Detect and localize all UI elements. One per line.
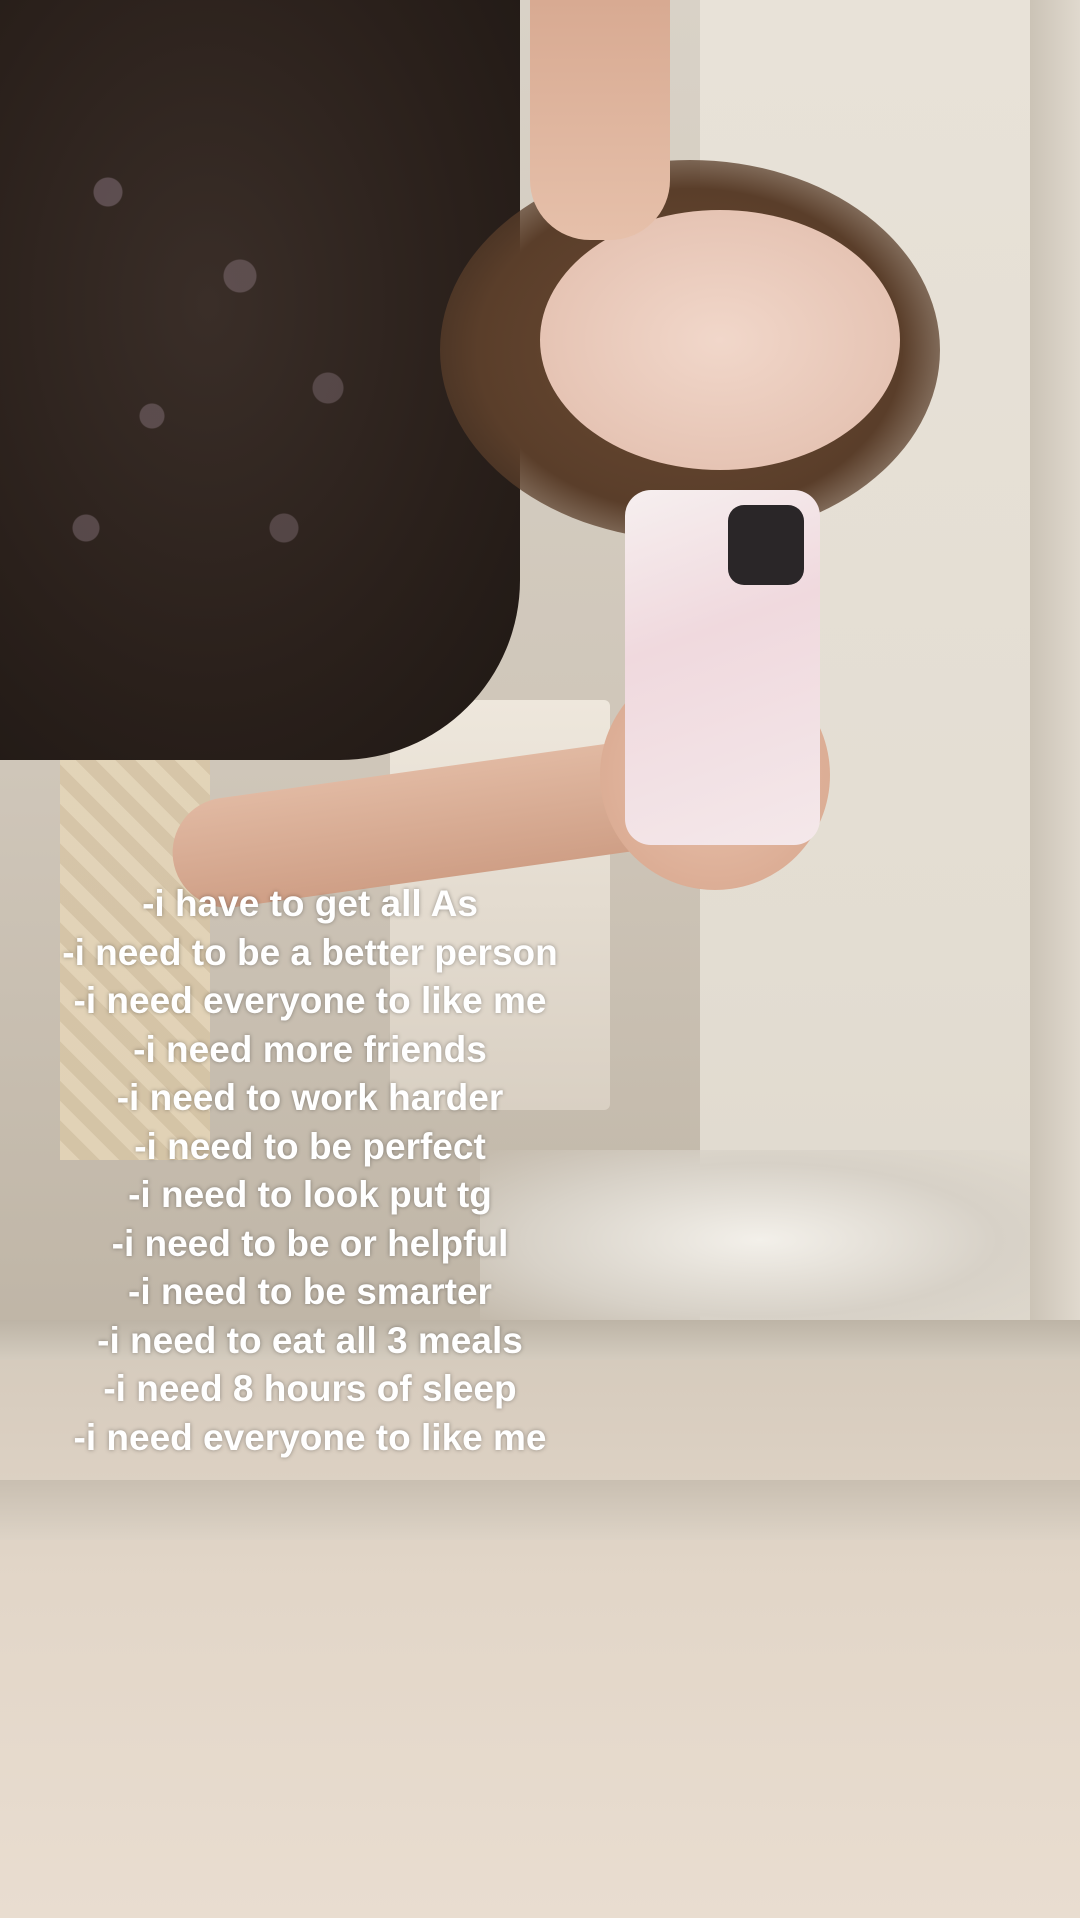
mirror-frame-side bbox=[1030, 0, 1080, 1360]
phone-camera-icon bbox=[728, 505, 804, 585]
caption-line: -i need to be a better person bbox=[62, 931, 558, 973]
raised-hand bbox=[530, 0, 670, 240]
caption-line: -i need to work harder bbox=[116, 1077, 504, 1118]
mirror-glare bbox=[480, 1150, 1040, 1330]
caption-line: -i need 8 hours of sleep bbox=[103, 1368, 517, 1409]
wall-trim bbox=[0, 1480, 1080, 1540]
story-caption-text: -i have to get all As -i need to be a be… bbox=[60, 880, 560, 1462]
story-screen: -i have to get all As -i need to be a be… bbox=[0, 0, 1080, 1918]
caption-line: -i need to be or helpful bbox=[111, 1222, 509, 1264]
caption-line: -i need to be perfect bbox=[134, 1125, 486, 1167]
caption-line: -i have to get all As bbox=[142, 883, 478, 924]
caption-line: -i need everyone to like me bbox=[73, 1416, 547, 1458]
caption-line: -i need to be smarter bbox=[128, 1271, 492, 1312]
crochet-top bbox=[0, 0, 520, 760]
caption-line: -i need to look put tg bbox=[128, 1174, 492, 1215]
face bbox=[540, 210, 900, 470]
crochet-pattern bbox=[20, 80, 460, 640]
caption-line: -i need everyone to like me bbox=[73, 980, 547, 1021]
caption-line: -i need to eat all 3 meals bbox=[97, 1319, 523, 1361]
caption-line: -i need more friends bbox=[133, 1028, 487, 1070]
